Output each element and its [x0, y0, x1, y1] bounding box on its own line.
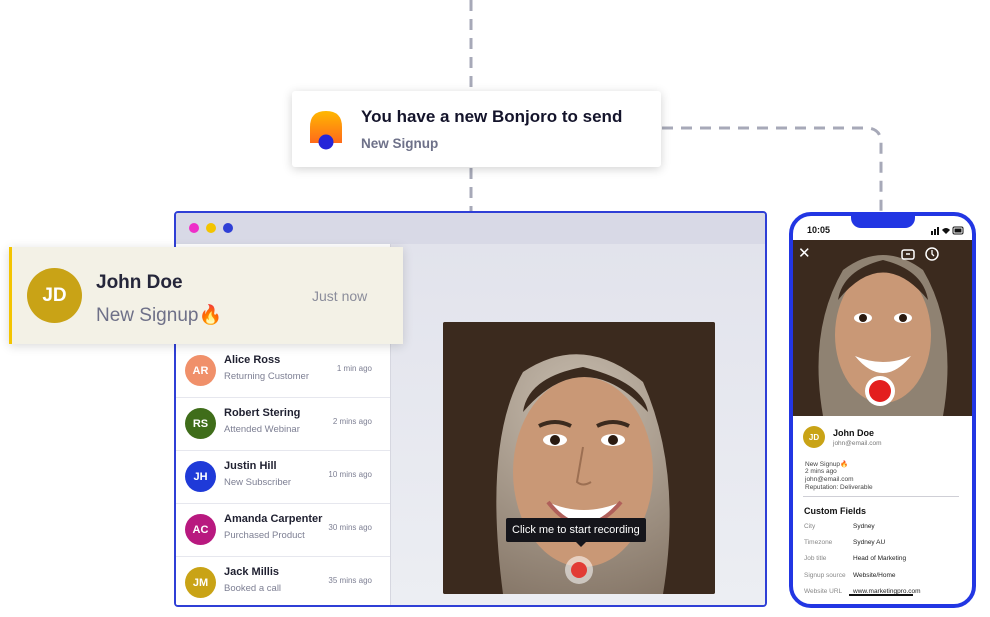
- list-item[interactable]: AC Amanda Carpenter Purchased Product 30 mi…: [176, 504, 390, 557]
- status-icons: [931, 226, 964, 235]
- field-label: Job title: [804, 555, 827, 562]
- record-dot-icon: [571, 562, 587, 578]
- phone-record-button[interactable]: [865, 376, 895, 406]
- contact-name: Robert Stering: [224, 407, 301, 419]
- bonjoro-notification[interactable]: You have a new Bonjoro to send New Signu…: [292, 91, 661, 167]
- avatar: AR: [185, 355, 216, 386]
- phone-frame: 10:05 ✕ JD John Doe john@email.com New S…: [789, 212, 976, 608]
- phone-contact-email: john@email.com: [833, 440, 882, 447]
- record-dot-icon: [869, 380, 891, 402]
- avatar: AC: [185, 514, 216, 545]
- divider: [803, 496, 959, 497]
- field-label: Signup source: [804, 572, 846, 579]
- contact-name: Alice Ross: [224, 354, 281, 366]
- avatar: JD: [27, 268, 82, 323]
- record-tooltip: Click me to start recording: [506, 518, 646, 542]
- toast-contact-name: John Doe: [96, 272, 183, 293]
- window-minimize-dot[interactable]: [206, 223, 216, 233]
- list-item[interactable]: JH Justin Hill New Subscriber 10 mins ago: [176, 451, 390, 504]
- video-preview: [443, 322, 715, 594]
- contact-name: Jack Millis: [224, 566, 280, 578]
- tooltip-arrow: [576, 542, 586, 547]
- contact-time: 2 mins ago: [332, 417, 372, 426]
- toast-time: Just now: [312, 288, 368, 304]
- field-label: Website URL: [804, 588, 843, 595]
- field-value: Sydney: [853, 523, 875, 530]
- person-video-image: [443, 322, 715, 594]
- list-item[interactable]: JM Jack Millis Booked a call 35 mins ago: [176, 557, 390, 605]
- contact-time: 35 mins ago: [328, 576, 372, 585]
- field-label: City: [804, 523, 816, 530]
- flip-camera-icon[interactable]: [901, 248, 915, 260]
- detail-line: New Signup🔥: [805, 461, 849, 468]
- notification-subtitle: New Signup: [361, 136, 439, 151]
- browser-titlebar: [176, 213, 765, 244]
- custom-fields-title: Custom Fields: [804, 506, 867, 516]
- timer-icon[interactable]: [925, 247, 939, 261]
- detail-line: Reputation: Deliverable: [805, 484, 873, 491]
- detail-line: 2 mins ago: [805, 468, 837, 475]
- field-value: Head of Marketing: [853, 555, 907, 562]
- avatar: JD: [803, 426, 825, 448]
- phone-video-preview: ✕: [793, 240, 972, 416]
- contact-subtitle: Purchased Product: [224, 530, 305, 541]
- contact-subtitle: Returning Customer: [224, 371, 310, 382]
- notification-title: You have a new Bonjoro to send: [361, 107, 623, 126]
- contact-subtitle: New Subscriber: [224, 477, 292, 488]
- contact-name: Justin Hill: [224, 460, 277, 472]
- close-icon[interactable]: ✕: [798, 244, 811, 262]
- contact-subtitle: Booked a call: [224, 583, 282, 594]
- avatar: RS: [185, 408, 216, 439]
- list-item[interactable]: RS Robert Stering Attended Webinar 2 mins a…: [176, 398, 390, 451]
- field-value: Website/Home: [853, 572, 896, 579]
- contact-time: 30 mins ago: [328, 523, 372, 532]
- phone-contact-name: John Doe: [833, 428, 875, 438]
- phone-notch: [851, 216, 915, 228]
- avatar: JH: [185, 461, 216, 492]
- toast-subtitle: New Signup🔥: [96, 305, 223, 326]
- contact-time: 10 mins ago: [328, 470, 372, 479]
- signup-toast[interactable]: JD John Doe New Signup🔥 Just now: [9, 247, 403, 344]
- list-item[interactable]: AR Alice Ross Returning Customer 1 min ago: [176, 345, 390, 398]
- contact-subtitle: Attended Webinar: [224, 424, 300, 435]
- window-maximize-dot[interactable]: [223, 223, 233, 233]
- contact-time: 1 min ago: [336, 364, 372, 373]
- window-close-dot[interactable]: [189, 223, 199, 233]
- avatar: JM: [185, 567, 216, 598]
- bonjoro-logo-icon: [310, 111, 342, 150]
- field-value: Sydney AU: [853, 539, 886, 546]
- status-time: 10:05: [807, 225, 831, 235]
- contact-name: Amanda Carpenter: [224, 513, 323, 525]
- field-label: Timezone: [804, 539, 833, 546]
- detail-line: john@email.com: [805, 476, 854, 483]
- home-indicator: [849, 594, 913, 596]
- record-button[interactable]: [565, 556, 593, 584]
